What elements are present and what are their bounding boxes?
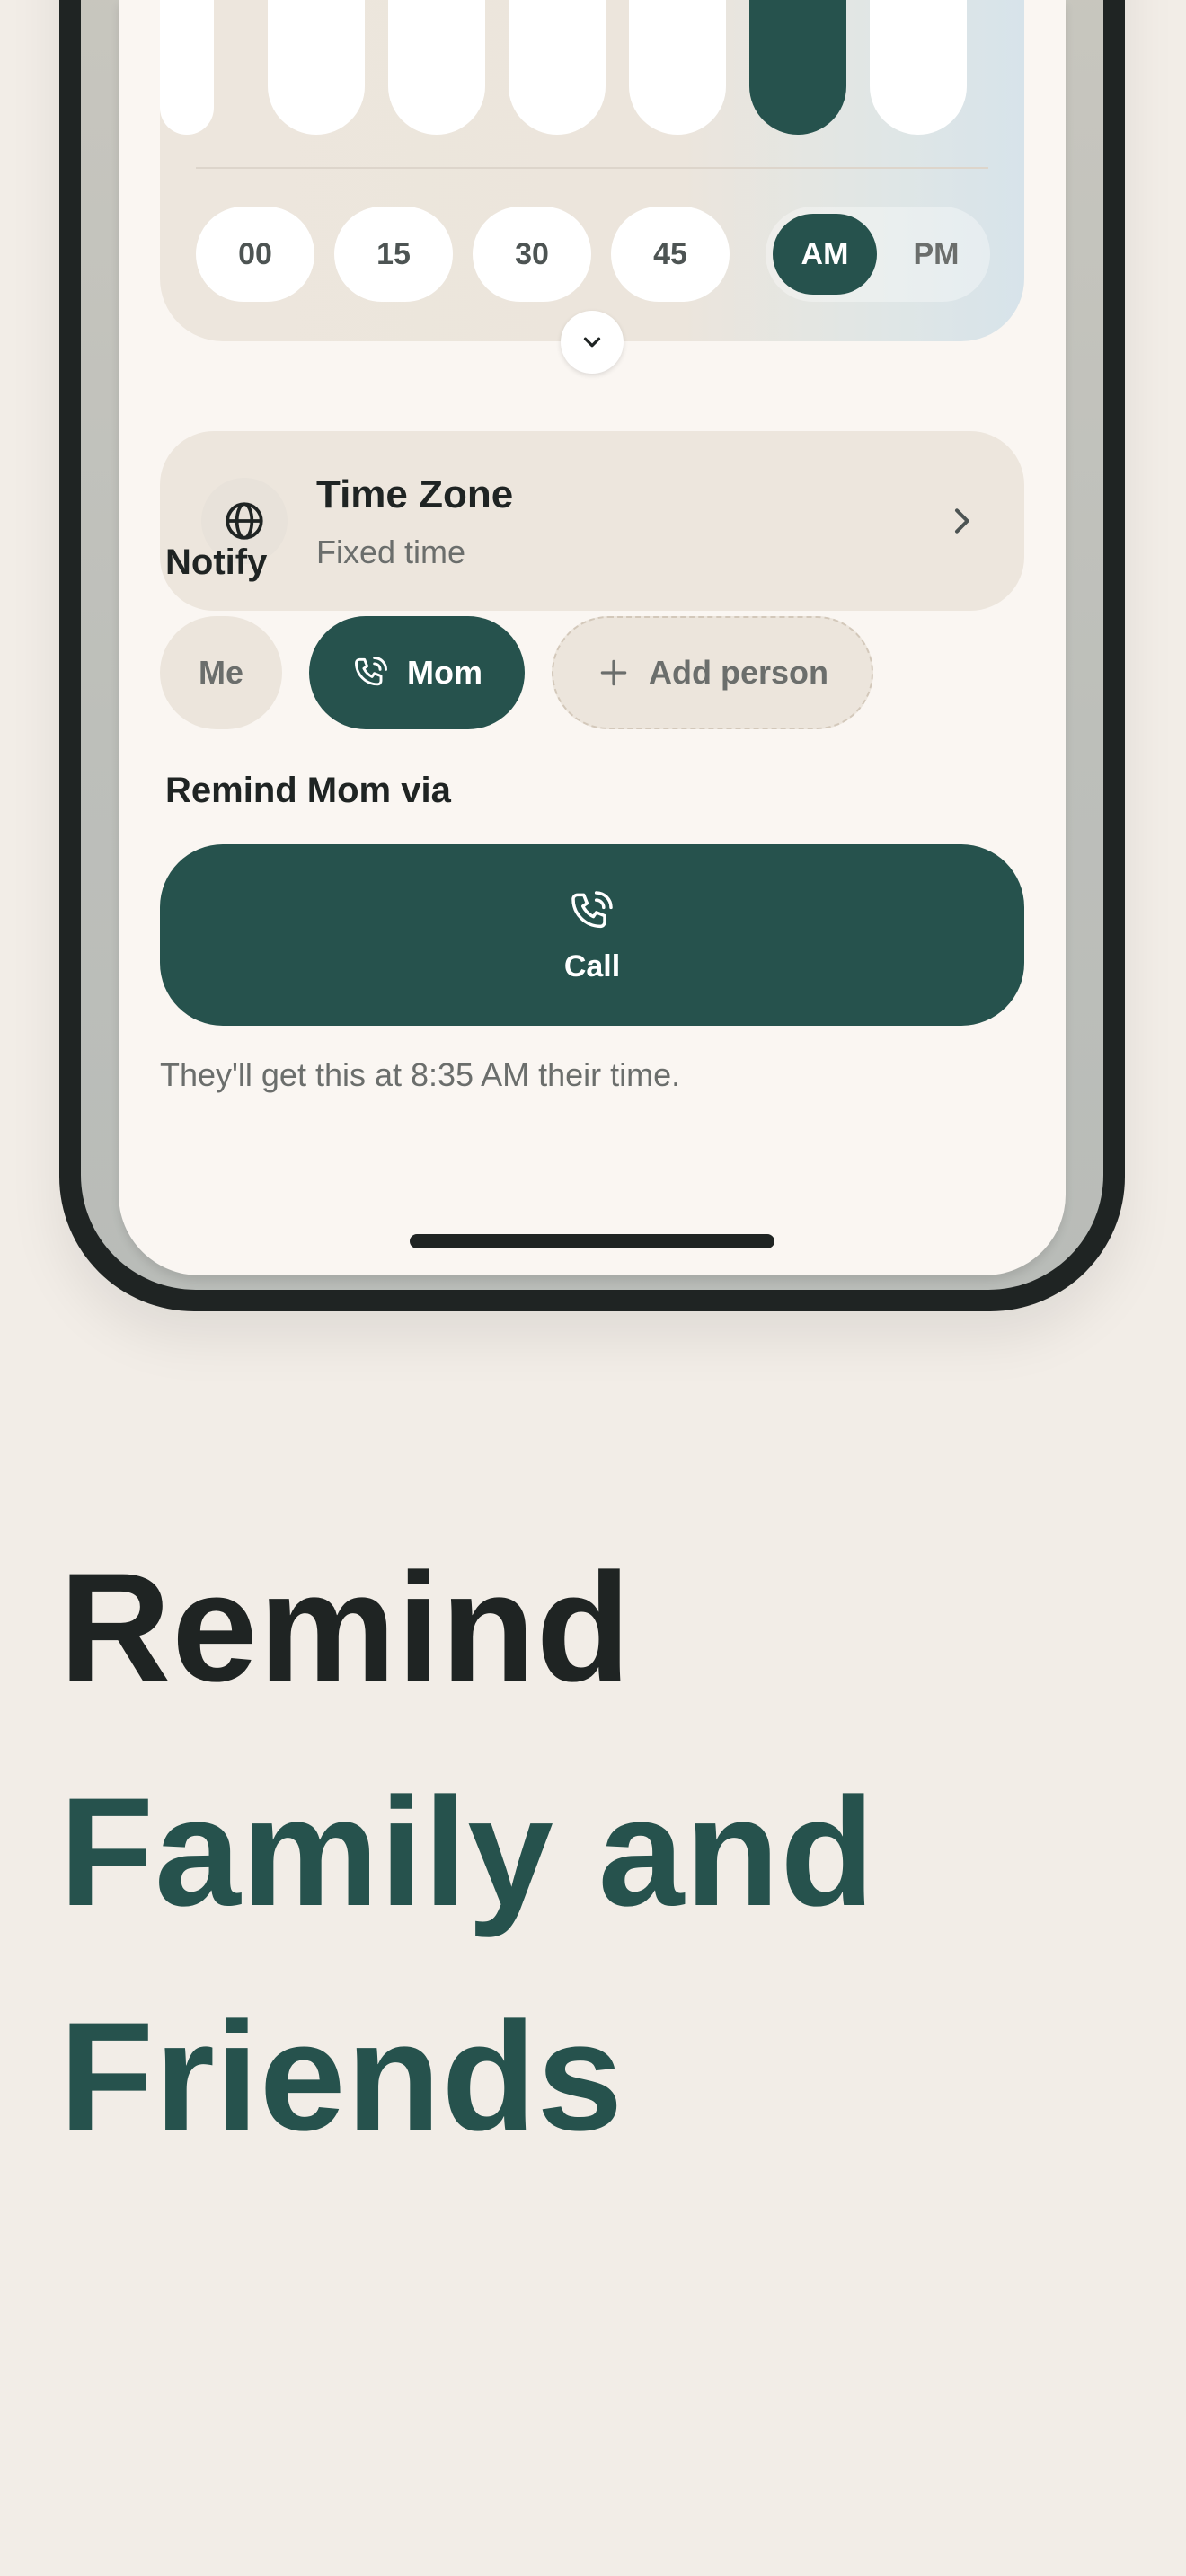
picker-divider xyxy=(196,167,988,169)
hour-option[interactable] xyxy=(160,0,214,135)
minute-option-30[interactable]: 30 xyxy=(473,207,591,302)
time-zone-row[interactable]: Time Zone Fixed time xyxy=(160,431,1024,611)
hour-option[interactable] xyxy=(268,0,365,135)
home-indicator xyxy=(410,1234,774,1248)
hour-option-selected[interactable] xyxy=(749,0,846,135)
hour-option[interactable] xyxy=(509,0,606,135)
headline-line-3: Friends xyxy=(59,1990,624,2163)
plus-icon xyxy=(600,659,627,686)
phone-call-icon xyxy=(355,657,387,686)
call-label: Call xyxy=(563,948,621,984)
pm-button[interactable]: PM xyxy=(891,207,981,302)
hour-option[interactable] xyxy=(388,0,485,135)
time-zone-subtitle: Fixed time xyxy=(316,534,466,570)
notify-chip-me[interactable]: Me xyxy=(160,616,282,729)
notify-label: Notify xyxy=(165,543,268,582)
time-picker-card: 00 15 30 45 AM PM xyxy=(160,0,1024,341)
chevron-right-icon xyxy=(955,508,969,534)
phone-call-icon xyxy=(571,890,613,928)
hour-option[interactable] xyxy=(629,0,726,135)
globe-icon xyxy=(226,502,263,540)
chip-me-label: Me xyxy=(198,654,243,691)
chip-mom-label: Mom xyxy=(407,654,482,691)
headline-line-2: Family and xyxy=(59,1766,876,1938)
add-person-button[interactable]: Add person xyxy=(552,616,873,729)
delivery-time-note: They'll get this at 8:35 AM their time. xyxy=(160,1056,681,1093)
meridiem-toggle: AM PM xyxy=(766,207,990,302)
hour-row xyxy=(160,0,988,135)
hour-option[interactable] xyxy=(870,0,967,135)
chevron-down-icon xyxy=(583,337,601,348)
phone-screen: 00 15 30 45 AM PM Time Zone Fixed time N… xyxy=(81,0,1103,1290)
minute-option-15[interactable]: 15 xyxy=(334,207,453,302)
add-person-label: Add person xyxy=(648,654,828,691)
remind-via-label: Remind Mom via xyxy=(165,771,451,810)
call-button[interactable]: Call xyxy=(160,844,1024,1026)
time-zone-title: Time Zone xyxy=(316,472,514,516)
minute-option-45[interactable]: 45 xyxy=(611,207,730,302)
expand-picker-button[interactable] xyxy=(561,311,624,374)
phone-frame: 00 15 30 45 AM PM Time Zone Fixed time N… xyxy=(59,0,1125,1311)
reminder-sheet: 00 15 30 45 AM PM Time Zone Fixed time N… xyxy=(119,0,1066,1275)
headline-line-1: Remind xyxy=(59,1541,632,1714)
notify-chip-mom[interactable]: Mom xyxy=(309,616,525,729)
am-button[interactable]: AM xyxy=(773,214,877,295)
minute-option-00[interactable]: 00 xyxy=(196,207,314,302)
